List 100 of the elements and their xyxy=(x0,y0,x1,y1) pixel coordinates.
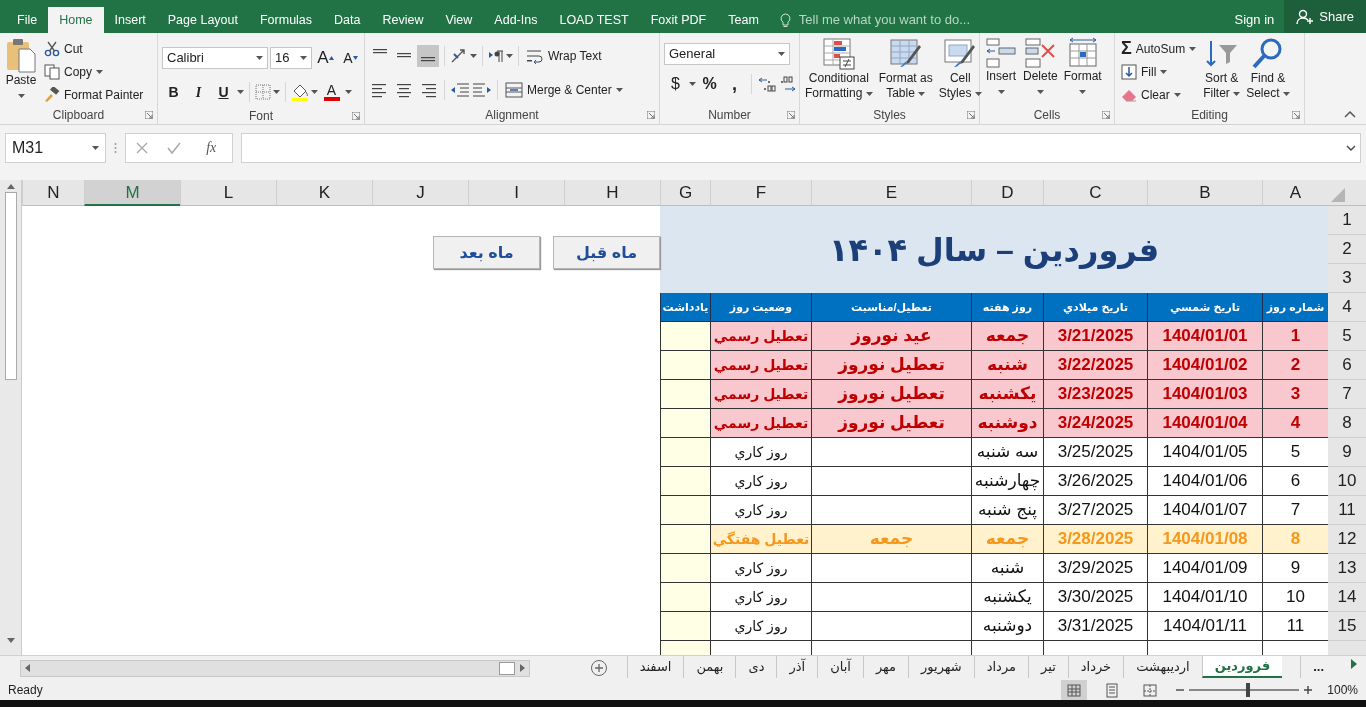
menu-tab[interactable]: Foxit PDF xyxy=(639,7,718,33)
sheet-tab[interactable]: اردیبهشت xyxy=(1123,656,1202,678)
column-header[interactable]: I xyxy=(468,180,564,206)
search-field[interactable]: Tell me what you want to do... xyxy=(796,9,1017,31)
row-header[interactable]: 12 xyxy=(1328,525,1366,554)
right-to-left-icon[interactable] xyxy=(488,48,504,64)
vertical-scrollbar[interactable] xyxy=(0,180,22,655)
increase-indent-icon[interactable] xyxy=(472,81,492,99)
bold-button[interactable]: B xyxy=(162,80,185,104)
row-header[interactable]: 8 xyxy=(1328,409,1366,438)
sheet-tab[interactable]: مرداد xyxy=(973,656,1029,678)
menu-tab[interactable]: Review xyxy=(371,7,435,33)
cut-button[interactable]: Cut xyxy=(42,37,146,60)
increase-decimal-icon[interactable] xyxy=(757,75,777,93)
zoom-in-icon[interactable] xyxy=(1303,685,1314,695)
column-header[interactable]: J xyxy=(372,180,468,206)
expand-icon[interactable] xyxy=(1346,144,1356,151)
menu-tab[interactable]: Team xyxy=(717,7,770,33)
next-month-button[interactable]: ماه بعد xyxy=(433,236,540,269)
find-select-button[interactable]: Find & Select xyxy=(1245,37,1291,106)
zoom-slider-thumb[interactable] xyxy=(1246,683,1251,697)
font-size-field[interactable]: 16 xyxy=(270,47,312,69)
format-button[interactable]: Format xyxy=(1062,37,1103,106)
column-header[interactable]: B xyxy=(1147,180,1262,206)
shrink-font-button[interactable]: A xyxy=(339,46,362,70)
insert-button[interactable]: Insert xyxy=(984,37,1018,106)
row-header[interactable]: 6 xyxy=(1328,351,1366,380)
scroll-up-icon[interactable] xyxy=(5,182,16,190)
scroll-down-icon[interactable] xyxy=(5,637,16,645)
sort-filter-button[interactable]: Sort & Filter xyxy=(1202,37,1242,106)
menu-tab[interactable]: Data xyxy=(323,7,372,33)
scroll-thumb[interactable] xyxy=(4,192,17,380)
sheet-tab[interactable]: شهریور xyxy=(908,656,974,678)
menu-tab[interactable]: Formulas xyxy=(248,7,324,33)
column-header[interactable]: M xyxy=(84,180,180,206)
formula-field[interactable] xyxy=(241,132,1361,163)
row-header[interactable]: 11 xyxy=(1328,496,1366,525)
row-header[interactable]: 3 xyxy=(1328,264,1366,293)
fill-bucket-icon[interactable] xyxy=(291,83,309,101)
sheet-tab[interactable]: آبان xyxy=(817,656,863,678)
menu-tab[interactable]: File xyxy=(6,7,49,33)
row-header[interactable]: 5 xyxy=(1328,322,1366,351)
menu-tab[interactable]: LOAD TEST xyxy=(548,7,640,33)
copy-button[interactable]: Copy xyxy=(42,60,146,83)
dialog-launcher-icon[interactable] xyxy=(967,111,975,119)
horizontal-scrollbar[interactable] xyxy=(20,659,530,677)
percent-button[interactable]: % xyxy=(698,72,721,96)
sheet-tab[interactable]: خرداد xyxy=(1067,656,1124,678)
normal-view-button[interactable] xyxy=(1061,680,1088,700)
cancel-icon[interactable] xyxy=(135,141,148,154)
row-header[interactable]: 9 xyxy=(1328,438,1366,467)
currency-button[interactable]: $ xyxy=(664,72,687,96)
row-header[interactable]: 14 xyxy=(1328,583,1366,612)
dialog-launcher-icon[interactable] xyxy=(647,111,655,119)
collapse-ribbon-icon[interactable] xyxy=(1344,110,1356,118)
conditional-formatting-button[interactable]: Conditional Formatting xyxy=(804,37,874,106)
sheet-tab[interactable]: آذر xyxy=(776,656,818,678)
wrap-text-button[interactable]: Wrap Text xyxy=(524,44,604,68)
add-sheet-icon[interactable] xyxy=(590,659,608,677)
sheet-tab[interactable]: مهر xyxy=(862,656,909,678)
scroll-thumb[interactable] xyxy=(499,661,515,675)
sheet-tab[interactable]: بهمن xyxy=(683,656,736,678)
format-painter-button[interactable]: Format Painter xyxy=(42,83,146,106)
row-header[interactable]: 1 xyxy=(1328,206,1366,235)
number-format-field[interactable]: General xyxy=(664,43,790,65)
bottom-align-icon[interactable] xyxy=(417,45,439,67)
format-as-table-button[interactable]: Format as Table xyxy=(877,37,934,106)
share-button[interactable]: Share xyxy=(1284,0,1366,33)
clear-button[interactable]: Clear xyxy=(1119,83,1199,106)
font-color-button[interactable]: A xyxy=(320,80,343,104)
column-header[interactable]: D xyxy=(971,180,1043,206)
font-name-field[interactable]: Calibri xyxy=(162,47,268,69)
menu-tab[interactable]: Home xyxy=(48,7,104,33)
column-header[interactable]: C xyxy=(1043,180,1147,206)
column-header[interactable]: K xyxy=(276,180,372,206)
orientation-icon[interactable] xyxy=(450,48,468,64)
sign-in-link[interactable]: Sign in xyxy=(1224,7,1285,33)
column-header[interactable]: E xyxy=(811,180,971,206)
cell-styles-button[interactable]: Cell Styles xyxy=(937,37,983,106)
menu-tab[interactable]: Add-Ins xyxy=(483,7,549,33)
dialog-launcher-icon[interactable] xyxy=(145,111,153,119)
previous-month-button[interactable]: ماه قبل xyxy=(553,236,660,269)
insert-function-button[interactable]: fx xyxy=(200,136,223,159)
menu-tab[interactable]: Insert xyxy=(103,7,157,33)
delete-button[interactable]: Delete xyxy=(1022,37,1059,106)
underline-button[interactable]: U xyxy=(212,80,235,104)
enter-check-icon[interactable] xyxy=(166,141,181,154)
dialog-launcher-icon[interactable] xyxy=(352,112,360,120)
column-header[interactable]: G xyxy=(660,180,710,206)
row-header[interactable]: 10 xyxy=(1328,467,1366,496)
sheet-tab[interactable]: تیر xyxy=(1028,656,1068,678)
comma-button[interactable]: , xyxy=(723,72,746,96)
column-header[interactable]: A xyxy=(1262,180,1328,206)
sheet-tab[interactable]: دی xyxy=(735,656,777,678)
menu-tab[interactable]: Page Layout xyxy=(156,7,249,33)
row-header[interactable]: 4 xyxy=(1328,293,1366,322)
menu-tab[interactable]: View xyxy=(434,7,484,33)
row-header[interactable]: 2 xyxy=(1328,235,1366,264)
column-header[interactable]: F xyxy=(710,180,811,206)
sheet-tab[interactable]: فروردین xyxy=(1201,656,1283,678)
